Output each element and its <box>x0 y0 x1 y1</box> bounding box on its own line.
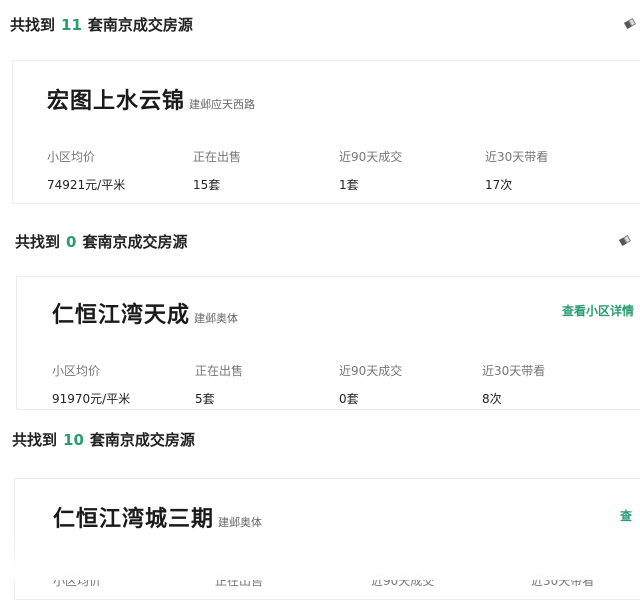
stat-avg-price: 小区均价 74921元/平米 <box>47 148 125 193</box>
stat-label: 正在出售 <box>195 364 244 378</box>
stat-label: 小区均价 <box>52 364 101 378</box>
result-count: 11 <box>61 16 82 34</box>
stat-value: 91970元/平米 <box>52 392 131 406</box>
stat-value: 0套 <box>339 392 359 406</box>
community-card[interactable]: 宏图上水云锦 建邺应天西路 小区均价 74921元/平米 正在出售 15套 近90… <box>12 60 640 204</box>
stat-value: 74921元/平米 <box>47 178 126 192</box>
stat-value: 15套 <box>193 178 221 192</box>
community-title: 仁恒江湾城三期 建邺奥体 <box>53 501 262 533</box>
community-area: 建邺奥体 <box>194 312 239 325</box>
stat-avg-price: 小区均价 91970元/平米 <box>52 362 130 407</box>
stat-value: 17次 <box>485 178 513 192</box>
title-prefix: 共找到 <box>15 233 61 251</box>
stat-label: 近90天成交 <box>339 364 403 378</box>
stat-on-sale: 正在出售 5套 <box>195 362 243 407</box>
title-prefix: 共找到 <box>10 16 56 34</box>
community-title: 仁恒江湾天成 建邺奥体 <box>52 297 238 329</box>
community-name[interactable]: 仁恒江湾城三期 <box>53 507 214 532</box>
stat-90-day-deals: 近90天成交 1套 <box>339 148 402 193</box>
stat-label: 小区均价 <box>47 150 96 164</box>
stat-value: 5套 <box>195 392 215 406</box>
community-area: 建邺奥体 <box>218 516 263 529</box>
stat-value: 1套 <box>339 178 359 192</box>
stat-label: 近30天带看 <box>482 364 546 378</box>
title-suffix: 套南京成交房源 <box>89 431 195 449</box>
eraser-icon[interactable] <box>624 18 636 29</box>
result-count-title: 共找到 0 套南京成交房源 <box>15 231 187 252</box>
stat-90-day-deals: 近90天成交 0套 <box>339 362 402 407</box>
stat-label: 近90天成交 <box>339 150 403 164</box>
result-count: 0 <box>66 233 77 251</box>
title-prefix: 共找到 <box>12 431 58 449</box>
stat-on-sale: 正在出售 15套 <box>193 148 241 193</box>
community-name[interactable]: 仁恒江湾天成 <box>52 303 190 328</box>
community-card[interactable]: 仁恒江湾城三期 建邺奥体 查 小区均价 正在出售 近90天成交 近30天带看 <box>14 478 640 600</box>
result-count: 10 <box>63 431 84 449</box>
community-title: 宏图上水云锦 建邺应天西路 <box>47 83 255 115</box>
stat-label: 正在出售 <box>193 150 242 164</box>
stat-30-day-visits: 近30天带看 17次 <box>485 148 548 193</box>
title-suffix: 套南京成交房源 <box>87 16 193 34</box>
view-community-details-link[interactable]: 查看小区详情 <box>562 302 634 319</box>
bottom-fade-overlay <box>0 540 640 580</box>
result-count-title: 共找到 11 套南京成交房源 <box>10 14 193 35</box>
eraser-icon[interactable] <box>619 235 631 246</box>
view-community-details-link[interactable]: 查 <box>620 507 632 524</box>
title-suffix: 套南京成交房源 <box>82 233 188 251</box>
community-name[interactable]: 宏图上水云锦 <box>47 89 185 114</box>
stat-label: 近30天带看 <box>485 150 549 164</box>
stat-value: 8次 <box>482 392 502 406</box>
stat-30-day-visits: 近30天带看 8次 <box>482 362 545 407</box>
result-count-title: 共找到 10 套南京成交房源 <box>12 429 195 450</box>
community-card[interactable]: 仁恒江湾天成 建邺奥体 查看小区详情 小区均价 91970元/平米 正在出售 5套… <box>16 276 640 410</box>
community-area: 建邺应天西路 <box>189 98 256 111</box>
